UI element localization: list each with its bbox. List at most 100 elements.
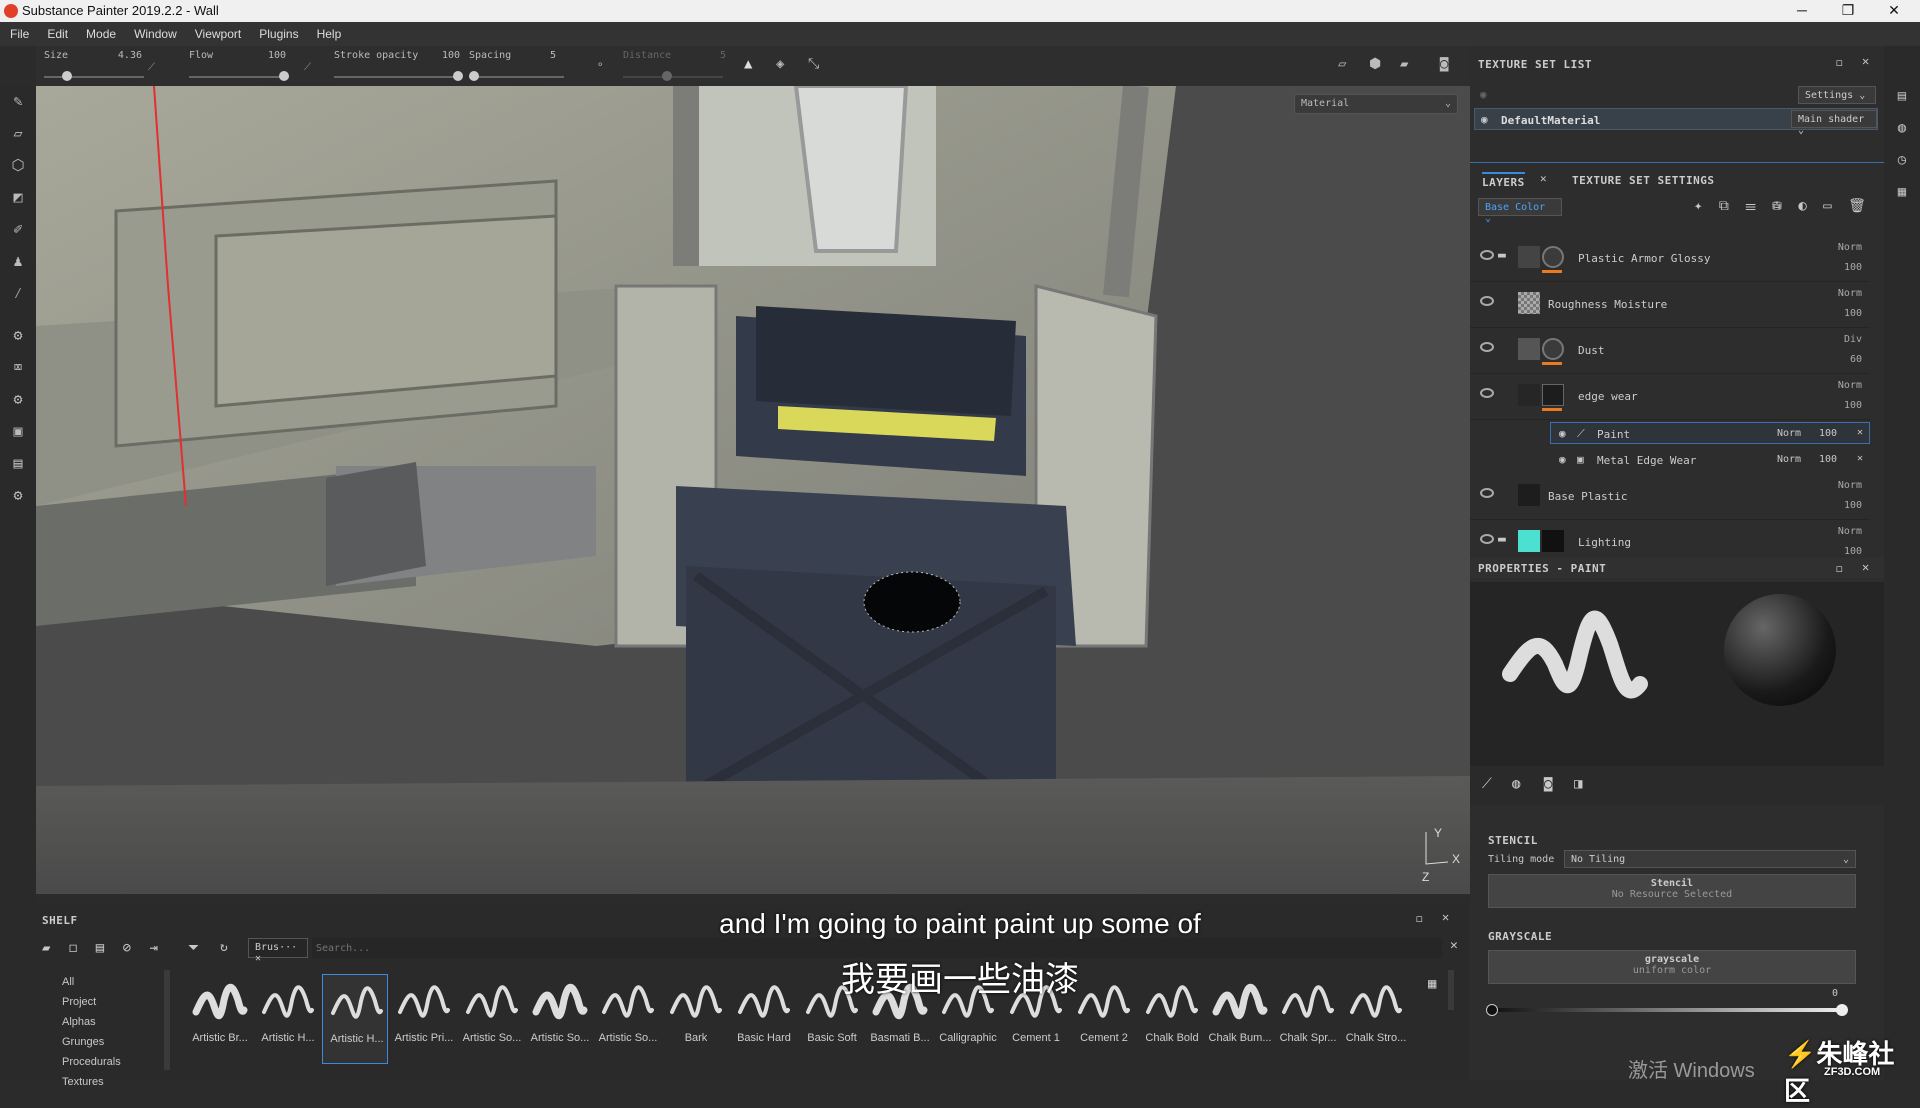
texture-set-settings-dropdown[interactable]: Settings ⌄	[1798, 86, 1876, 104]
stroke-opacity-slider-knob[interactable]	[453, 71, 463, 81]
opacity-value[interactable]: 100	[1844, 400, 1862, 411]
view-2d-icon[interactable]: ▱	[1338, 56, 1346, 72]
delete-icon[interactable]: 🗑	[1848, 198, 1866, 214]
uv-icon[interactable]: ⌧	[9, 358, 27, 376]
stroke-opacity-slider[interactable]	[334, 76, 459, 78]
brush-tab-icon[interactable]: ⟋	[1482, 776, 1492, 792]
add-fill-icon[interactable]: ⛁	[1772, 198, 1782, 214]
spacing-slider[interactable]	[469, 76, 564, 78]
smudge-icon[interactable]: ✐	[9, 220, 27, 238]
menu-mode[interactable]: Mode	[76, 22, 124, 41]
flow-slider-knob[interactable]	[279, 71, 289, 81]
opacity-value[interactable]: 100	[1844, 546, 1862, 557]
projection-icon[interactable]: ⬡	[9, 156, 27, 174]
sublayer-row[interactable]: ◉ ▣ Metal Edge Wear Norm 100 ✕	[1550, 448, 1870, 470]
add-mask-icon[interactable]: ⧉	[1719, 198, 1729, 214]
menu-edit[interactable]: Edit	[37, 22, 76, 41]
display-settings-icon[interactable]: ◍	[1893, 120, 1911, 138]
3d-viewport[interactable]: Y X Z	[36, 86, 1470, 894]
distance-slider[interactable]	[623, 76, 723, 78]
polygon-fill-icon[interactable]: ◩	[9, 188, 27, 206]
physics-icon[interactable]: ◈	[776, 56, 784, 72]
category-grunges[interactable]: Grunges	[62, 1032, 121, 1052]
eye-icon[interactable]: ◉	[1559, 453, 1566, 466]
texture-set-row[interactable]: ◉ DefaultMaterial Main shader ⌄	[1474, 108, 1878, 136]
history-icon[interactable]: ◷	[1893, 152, 1911, 170]
flow-slider[interactable]	[189, 76, 289, 78]
camera-icon[interactable]: ▰	[1400, 56, 1408, 72]
channel-dropdown[interactable]: Base Color ⌄	[1478, 198, 1562, 224]
eye-icon[interactable]	[1480, 296, 1494, 306]
effects-icon[interactable]: ⚙	[9, 390, 27, 408]
pen-pressure-icon[interactable]: ⟋	[148, 62, 155, 73]
layer-row[interactable]: ▬ Plastic Armor Glossy Norm 100	[1470, 236, 1870, 282]
add-paint-icon[interactable]: ◐	[1798, 198, 1806, 214]
menu-viewport[interactable]: Viewport	[185, 22, 249, 41]
opacity-value[interactable]: 60	[1850, 354, 1862, 365]
add-effect-icon[interactable]: ✦	[1694, 198, 1702, 214]
settings-icon[interactable]: ⚙	[9, 486, 27, 504]
opacity-value[interactable]: 100	[1844, 262, 1862, 273]
layer-row[interactable]: Roughness Moisture Norm 100	[1470, 282, 1870, 328]
size-value[interactable]: 4.36	[106, 50, 142, 61]
sublayer-row[interactable]: ◉ ⟋ Paint Norm 100 ✕	[1550, 422, 1870, 444]
opacity-value[interactable]: 100	[1819, 428, 1837, 439]
export-icon[interactable]: ▤	[9, 454, 27, 472]
viewport-mode-dropdown[interactable]: Material ⌄	[1294, 94, 1458, 114]
texture-set-list-icon[interactable]: ▤	[1893, 88, 1911, 106]
tiling-mode-dropdown[interactable]: No Tiling ⌄	[1564, 850, 1856, 868]
add-folder-icon[interactable]: ▭	[1823, 198, 1831, 214]
blend-mode[interactable]: Div	[1844, 334, 1862, 345]
blend-mode[interactable]: Norm	[1838, 480, 1862, 491]
add-layer-icon[interactable]: ☰	[1745, 198, 1756, 214]
category-procedurals[interactable]: Procedurals	[62, 1052, 121, 1072]
stroke-opacity-value[interactable]: 100	[430, 50, 460, 61]
opacity-value[interactable]: 100	[1844, 308, 1862, 319]
spacing-slider-knob[interactable]	[469, 71, 479, 81]
menu-window[interactable]: Window	[124, 22, 185, 41]
float-panel-icon[interactable]: ◻	[1836, 562, 1843, 575]
spacing-value[interactable]: 5	[526, 50, 556, 61]
stencil-resource-button[interactable]: Stencil No Resource Selected	[1488, 874, 1856, 908]
grayscale-slider-knob[interactable]	[1836, 1004, 1848, 1016]
close-tab-icon[interactable]: ✕	[1540, 172, 1547, 185]
tab-texture-set-settings[interactable]: TEXTURE SET SETTINGS	[1572, 174, 1714, 187]
color-picker-icon[interactable]: ⁄	[9, 284, 27, 302]
remove-icon[interactable]: ✕	[1857, 453, 1863, 464]
blend-mode[interactable]: Norm	[1838, 288, 1862, 299]
blend-mode[interactable]: Norm	[1838, 242, 1862, 253]
flow-pressure-icon[interactable]: ⟋	[304, 62, 311, 73]
tab-layers[interactable]: LAYERS	[1482, 172, 1525, 189]
blend-mode[interactable]: Norm	[1777, 454, 1801, 465]
opacity-value[interactable]: 100	[1844, 500, 1862, 511]
distance-slider-knob[interactable]	[662, 71, 672, 81]
eye-icon[interactable]	[1480, 488, 1494, 498]
eye-icon[interactable]: ◉	[1559, 427, 1566, 440]
viewport-scene[interactable]	[36, 86, 1470, 894]
blend-mode[interactable]: Norm	[1838, 526, 1862, 537]
remove-icon[interactable]: ✕	[1857, 427, 1863, 438]
close-panel-icon[interactable]: ✕	[1862, 560, 1869, 574]
symmetry-icon[interactable]: ▲	[744, 56, 752, 72]
bake-icon[interactable]: ⚙	[9, 326, 27, 344]
float-panel-icon[interactable]: ◻	[1836, 56, 1843, 69]
size-slider[interactable]	[44, 76, 144, 78]
view-3d-icon[interactable]: ⬢	[1369, 56, 1381, 72]
layer-row[interactable]: edge wear Norm 100	[1470, 374, 1870, 420]
eraser-icon[interactable]: ▱	[9, 124, 27, 142]
close-panel-icon[interactable]: ✕	[1862, 54, 1869, 68]
maximize-button[interactable]: ❐	[1826, 0, 1870, 22]
paint-brush-icon[interactable]: ✎	[9, 92, 27, 110]
eye-icon[interactable]	[1480, 388, 1494, 398]
size-slider-knob[interactable]	[62, 71, 72, 81]
close-button[interactable]: ✕	[1872, 0, 1916, 22]
eye-icon[interactable]	[1480, 342, 1494, 352]
grayscale-tab-icon[interactable]: ◨	[1574, 776, 1582, 792]
menu-help[interactable]: Help	[307, 22, 350, 41]
screenshot-icon[interactable]: ◙	[1440, 56, 1448, 72]
eye-icon[interactable]	[1480, 250, 1494, 260]
menu-plugins[interactable]: Plugins	[249, 22, 306, 41]
blend-mode[interactable]: Norm	[1838, 380, 1862, 391]
menu-file[interactable]: File	[0, 22, 37, 41]
blend-mode[interactable]: Norm	[1777, 428, 1801, 439]
